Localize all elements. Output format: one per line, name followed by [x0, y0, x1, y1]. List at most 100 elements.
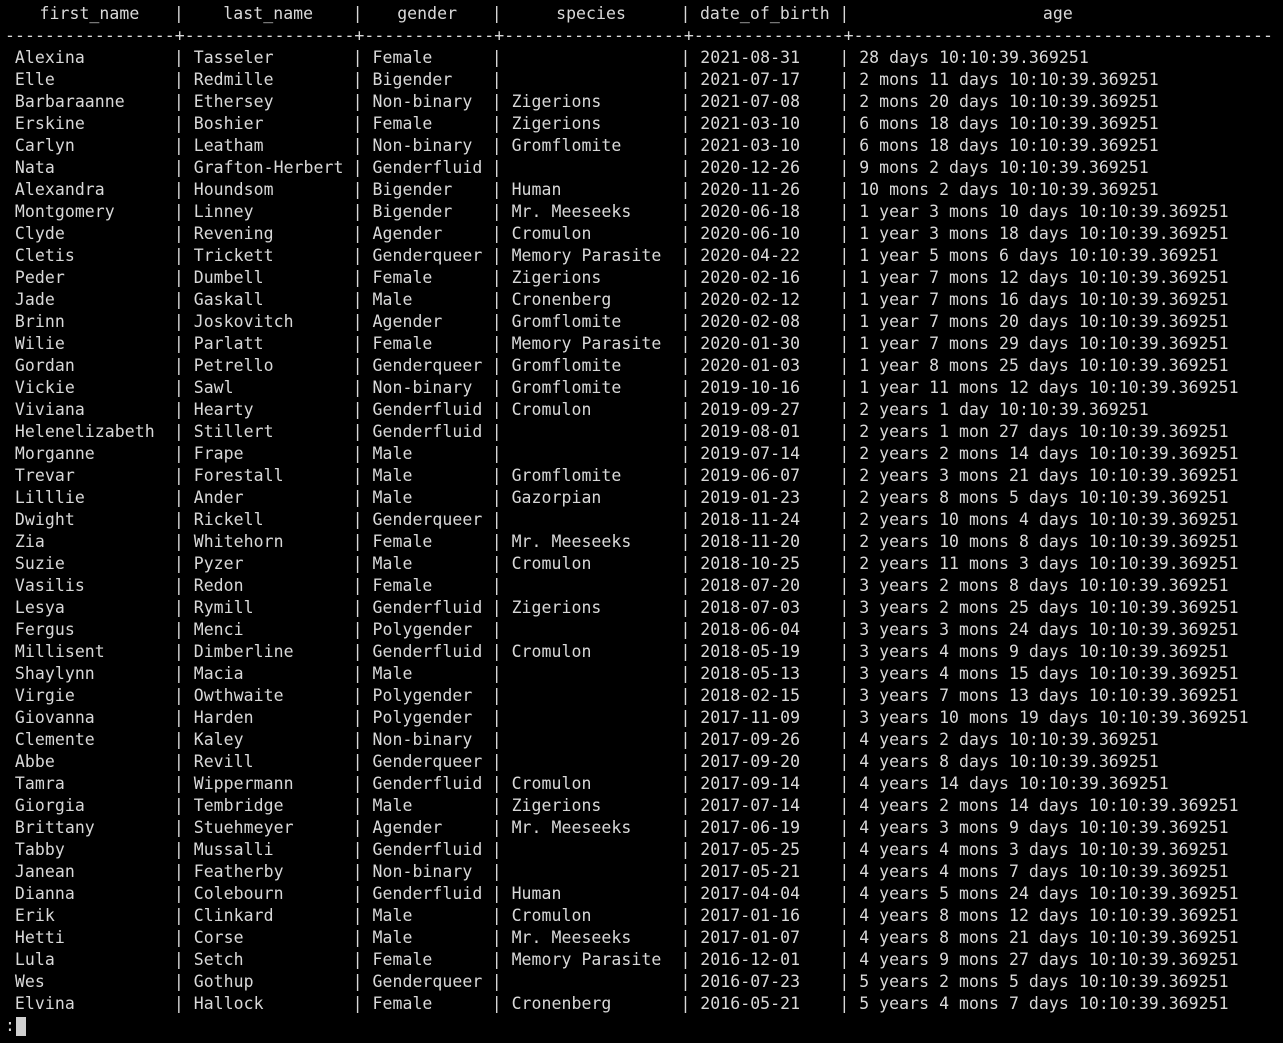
- column-separator: |: [352, 290, 363, 309]
- column-separator: |: [173, 378, 184, 397]
- last-name-cell: Featherby: [193, 862, 284, 881]
- age-cell: 2 years 8 mons 5 days 10:10:39.369251: [859, 488, 1229, 507]
- column-separator: |: [680, 686, 691, 705]
- column-separator: |: [680, 158, 691, 177]
- column-separator: |: [491, 378, 502, 397]
- column-separator: |: [680, 180, 691, 199]
- last-name-cell: Ander: [193, 488, 244, 507]
- first-name-cell: Janean: [14, 862, 75, 881]
- date-of-birth-cell: 2020-06-18: [700, 202, 801, 221]
- column-separator: |: [839, 510, 850, 529]
- column-separator: |: [680, 862, 691, 881]
- age-cell: 1 year 11 mons 12 days 10:10:39.369251: [859, 378, 1239, 397]
- date-of-birth-cell: 2018-02-15: [700, 686, 801, 705]
- column-separator: |: [839, 972, 850, 991]
- table-row: Wes | Gothup | Genderqueer | | 2016-07-23 | 5 yea…: [5, 971, 1273, 993]
- column-separator: |: [491, 598, 502, 617]
- column-separator: |: [839, 202, 850, 221]
- header-rule: -----------------+-----------------+----…: [5, 26, 1273, 45]
- column-header-species: species: [556, 4, 626, 23]
- gender-cell: Non-binary: [372, 730, 473, 749]
- age-cell: 2 years 1 day 10:10:39.369251: [859, 400, 1149, 419]
- column-separator: |: [173, 400, 184, 419]
- column-separator: |: [352, 972, 363, 991]
- first-name-cell: Tabby: [14, 840, 65, 859]
- last-name-cell: Dumbell: [193, 268, 264, 287]
- table-row: Elle | Redmille | Bigender | | 2021-07-17 | 2 mon…: [5, 69, 1273, 91]
- last-name-cell: Tasseler: [193, 48, 274, 67]
- species-cell: [502, 751, 681, 773]
- column-separator: |: [491, 488, 502, 507]
- column-separator: |: [491, 620, 502, 639]
- column-separator: |: [352, 334, 363, 353]
- age-cell: 2 mons 20 days 10:10:39.369251: [859, 92, 1159, 111]
- first-name-cell: Dianna: [14, 884, 75, 903]
- date-of-birth-cell: 2020-02-16: [700, 268, 801, 287]
- last-name-cell: Menci: [193, 620, 244, 639]
- column-separator: |: [839, 576, 850, 595]
- species-cell: Zigerions: [511, 598, 602, 617]
- table-header: first_name | last_name | gender | species | date…: [5, 3, 1273, 25]
- column-separator: |: [352, 224, 363, 243]
- gender-cell: Agender: [372, 312, 443, 331]
- species-cell: [502, 575, 681, 597]
- column-separator: |: [680, 840, 691, 859]
- species-cell: [502, 707, 681, 729]
- column-separator: |: [680, 48, 691, 67]
- table-row: Hetti | Corse | Male | Mr. Meeseeks | 2017-01-07…: [5, 927, 1273, 949]
- column-separator: |: [680, 246, 691, 265]
- gender-cell: Male: [372, 664, 413, 683]
- date-of-birth-cell: 2020-02-12: [700, 290, 801, 309]
- first-name-cell: Vickie: [14, 378, 75, 397]
- date-of-birth-cell: 2018-11-24: [700, 510, 801, 529]
- column-separator: |: [839, 994, 850, 1013]
- first-name-cell: Montgomery: [14, 202, 115, 221]
- column-separator: |: [173, 796, 184, 815]
- species-cell: [502, 839, 681, 861]
- table-row: Virgie | Owthwaite | Polygender | | 2018-02-15 |…: [5, 685, 1273, 707]
- table-row: Giovanna | Harden | Polygender | | 2017-11-09 | 3…: [5, 707, 1273, 729]
- column-separator: |: [491, 840, 502, 859]
- column-separator: |: [352, 906, 363, 925]
- column-separator: |: [491, 312, 502, 331]
- column-separator: |: [839, 488, 850, 507]
- column-separator: |: [352, 664, 363, 683]
- pager-prompt[interactable]: :: [5, 1015, 1273, 1037]
- species-cell: [502, 619, 681, 641]
- table-row: Brittany | Stuehmeyer | Agender | Mr. Meeseeks…: [5, 817, 1273, 839]
- column-separator: |: [173, 422, 184, 441]
- column-separator: |: [173, 818, 184, 837]
- date-of-birth-cell: 2019-07-14: [700, 444, 801, 463]
- column-separator: |: [839, 70, 850, 89]
- column-separator: |: [680, 70, 691, 89]
- age-cell: 6 mons 18 days 10:10:39.369251: [859, 114, 1159, 133]
- table-row: Cletis | Trickett | Genderqueer | Memory Paras…: [5, 245, 1273, 267]
- column-separator: |: [680, 928, 691, 947]
- age-cell: 1 year 7 mons 16 days 10:10:39.369251: [859, 290, 1229, 309]
- gender-cell: Male: [372, 290, 413, 309]
- table-row: Alexina | Tasseler | Female | | 2021-08-31 | 28 d…: [5, 47, 1273, 69]
- species-cell: Mr. Meeseeks: [511, 202, 632, 221]
- species-cell: [502, 157, 681, 179]
- last-name-cell: Sawl: [193, 378, 234, 397]
- age-cell: 1 year 5 mons 6 days 10:10:39.369251: [859, 246, 1219, 265]
- column-separator: |: [491, 708, 502, 727]
- age-cell: 4 years 8 days 10:10:39.369251: [859, 752, 1159, 771]
- table-row: Morganne | Frape | Male | | 2019-07-14 | 2 years …: [5, 443, 1273, 465]
- column-separator: |: [680, 290, 691, 309]
- gender-cell: Genderqueer: [372, 972, 483, 991]
- date-of-birth-cell: 2019-01-23: [700, 488, 801, 507]
- first-name-cell: Gordan: [14, 356, 75, 375]
- column-separator: |: [839, 686, 850, 705]
- last-name-cell: Dimberline: [193, 642, 294, 661]
- column-separator: |: [173, 224, 184, 243]
- gender-cell: Male: [372, 444, 413, 463]
- column-separator: |: [173, 950, 184, 969]
- last-name-cell: Stillert: [193, 422, 274, 441]
- column-separator: |: [839, 422, 850, 441]
- column-separator: |: [839, 862, 850, 881]
- table-row: Lesya | Rymill | Genderfluid | Zigerions | 2018-…: [5, 597, 1273, 619]
- column-separator: |: [839, 708, 850, 727]
- column-separator: |: [173, 928, 184, 947]
- column-separator: |: [352, 422, 363, 441]
